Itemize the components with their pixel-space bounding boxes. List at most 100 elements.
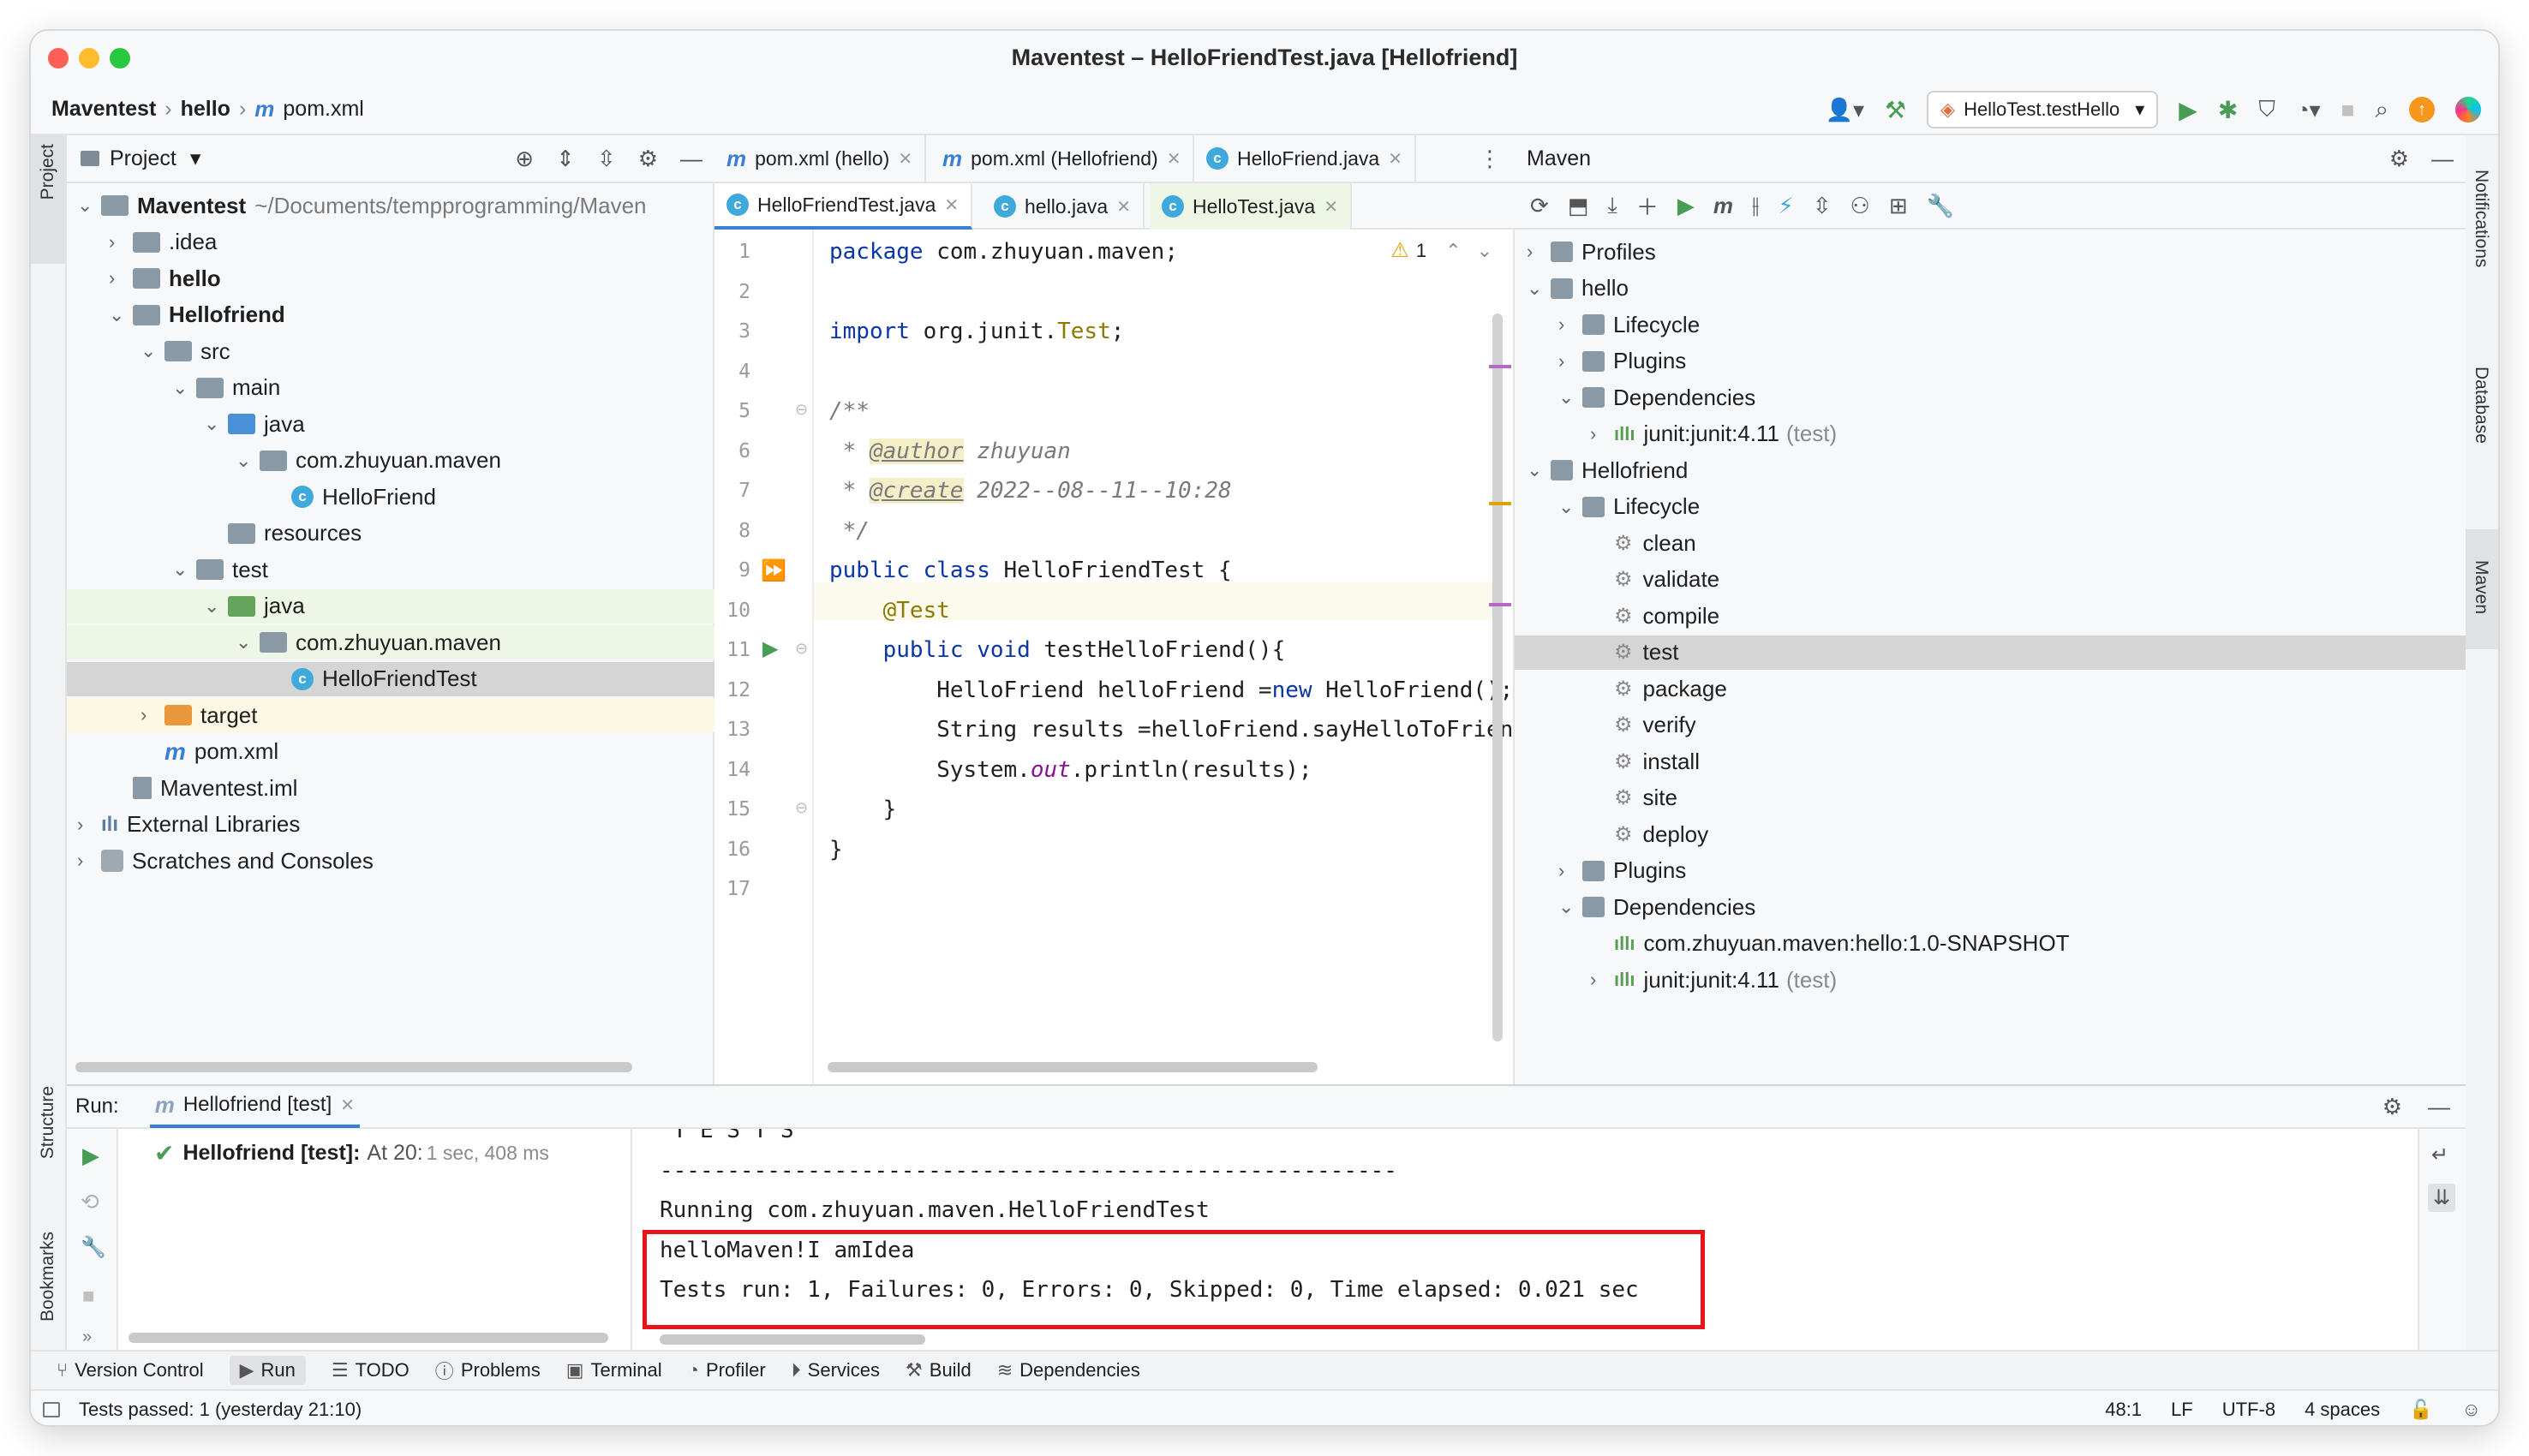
project-tree-row[interactable]: › Scratches and Consoles xyxy=(67,844,714,878)
project-tree-row[interactable]: ⌄ com.zhuyuan.maven xyxy=(67,625,714,659)
chevron-right-icon[interactable]: › xyxy=(77,814,101,836)
maven-tree-row[interactable]: › Profiles xyxy=(1515,235,2466,269)
build-hammer-icon[interactable]: ⚒ xyxy=(1885,96,1906,124)
user-icon[interactable]: 👤▾ xyxy=(1826,97,1864,123)
chevron-down-icon[interactable]: ⌄ xyxy=(77,194,101,217)
maven-tree-row[interactable]: › Plugins xyxy=(1515,854,2466,888)
structure-tool-button[interactable]: Structure xyxy=(31,1086,65,1214)
maven-tree-row[interactable]: › Plugins xyxy=(1515,344,2466,379)
maven-tree-row[interactable]: › ıllı junit:junit:4.11 (test) xyxy=(1515,417,2466,451)
close-icon[interactable]: ✕ xyxy=(1167,148,1181,170)
project-tree-row[interactable]: › target xyxy=(67,698,714,732)
fold-icon[interactable]: ⊖ xyxy=(795,401,808,419)
project-tree-row[interactable]: ⌄ Hellofriend xyxy=(67,298,714,332)
maven-goal-deploy[interactable]: ⚙ deploy xyxy=(1515,817,2466,851)
chevron-down-icon[interactable]: ⌄ xyxy=(236,450,260,472)
maven-goal-compile[interactable]: ⚙ compile xyxy=(1515,599,2466,633)
breadcrumb-project[interactable]: Maventest xyxy=(51,97,156,122)
run-result-row[interactable]: ✔ Hellofriend [test]: At 20: 1 sec, 408 … xyxy=(154,1136,549,1170)
close-icon[interactable]: ✕ xyxy=(944,194,959,216)
chevron-right-icon[interactable]: › xyxy=(77,850,101,872)
chevron-down-icon[interactable]: ⌄ xyxy=(204,595,228,618)
maven-tree-row[interactable]: ıllı com.zhuyuan.maven:hello:1.0-SNAPSHOT xyxy=(1515,927,2466,961)
chevron-right-icon[interactable]: › xyxy=(140,704,164,726)
debug-icon[interactable]: ✱ xyxy=(2218,96,2238,124)
collapse-all-icon[interactable]: ⇳ xyxy=(597,146,616,172)
maven-goal-validate[interactable]: ⚙ validate xyxy=(1515,563,2466,597)
chevron-down-icon[interactable]: ⌄ xyxy=(204,413,228,435)
code-area[interactable]: 1 package com.zhuyuan.maven; 2 3 import org.… xyxy=(714,230,1515,1084)
close-icon[interactable]: ✕ xyxy=(340,1095,355,1116)
hide-icon[interactable]: — xyxy=(2428,1094,2450,1120)
maven-tree-row[interactable]: ⌄ Dependencies xyxy=(1515,890,2466,924)
chevron-right-icon[interactable]: › xyxy=(1590,969,1614,991)
soft-wrap-icon[interactable]: ↵ xyxy=(2431,1143,2448,1167)
maven-goal-package[interactable]: ⚙ package xyxy=(1515,671,2466,706)
maven-goal-clean[interactable]: ⚙ clean xyxy=(1515,526,2466,560)
project-tree-row[interactable]: ⌄ java xyxy=(67,588,714,624)
project-tool-button[interactable]: Project xyxy=(31,135,65,264)
project-tree-row[interactable]: Maventest.iml xyxy=(67,771,714,805)
gear-icon[interactable]: ⚙ xyxy=(2383,1094,2402,1120)
maven-tree-row[interactable]: ⌄ Dependencies xyxy=(1515,380,2466,415)
rerun-icon[interactable]: ▶ xyxy=(82,1143,99,1169)
maven-tool-button[interactable]: Maven xyxy=(2464,529,2498,649)
toggle-offline-icon[interactable]: ⫲ xyxy=(1752,192,1759,219)
search-icon[interactable]: ⌕ xyxy=(2375,96,2388,124)
maven-goal-verify[interactable]: ⚙ verify xyxy=(1515,708,2466,743)
chevron-right-icon[interactable]: › xyxy=(1527,241,1551,263)
update-icon[interactable]: ↑ xyxy=(2409,97,2435,122)
skip-tests-icon[interactable]: ⚡ xyxy=(1778,193,1793,219)
inspection-widget[interactable]: ⚠ 1 ⌃ ⌄ xyxy=(1390,238,1492,263)
add-icon[interactable]: ＋ xyxy=(1636,190,1659,222)
close-icon[interactable]: ✕ xyxy=(1324,196,1338,218)
add-source-icon[interactable]: ⬒ xyxy=(1568,193,1589,219)
maven-tree-row[interactable]: › ıllı junit:junit:4.11 (test) xyxy=(1515,963,2466,997)
chevron-down-icon[interactable]: ⌄ xyxy=(236,631,260,653)
chevron-down-icon[interactable]: ⌄ xyxy=(1558,496,1582,518)
close-icon[interactable]: ✕ xyxy=(1388,148,1402,170)
breadcrumb-file[interactable]: pom.xml xyxy=(283,97,363,122)
chevron-right-icon[interactable]: › xyxy=(1558,350,1582,373)
run-config-selector[interactable]: ◈ HelloTest.testHello ▾ xyxy=(1927,91,2159,128)
chevron-down-icon[interactable]: ⌄ xyxy=(1558,896,1582,918)
console-horizontal-scrollbar[interactable] xyxy=(660,1334,925,1345)
chevron-down-icon[interactable]: ⌄ xyxy=(1477,240,1492,262)
wrench-icon[interactable]: 🔧 xyxy=(1927,193,1954,219)
collapse-all-icon[interactable]: ⇳ xyxy=(1813,193,1832,219)
fold-icon[interactable]: ⊖ xyxy=(795,799,808,817)
lock-icon[interactable]: 🔓 xyxy=(2409,1399,2432,1421)
project-tree-row[interactable]: m pom.xml xyxy=(67,735,714,769)
caret-position[interactable]: 48:1 xyxy=(2105,1399,2142,1421)
more-icon[interactable]: » xyxy=(82,1328,92,1347)
services-tool-button[interactable]: ⏵ Services xyxy=(792,1359,880,1381)
show-dependencies-icon[interactable]: ⚇ xyxy=(1850,193,1870,219)
scroll-to-end-icon[interactable]: ⇊ xyxy=(2428,1184,2456,1212)
project-tree-row[interactable]: resources xyxy=(67,516,714,551)
inspection-profile-icon[interactable]: ☺ xyxy=(2462,1399,2481,1421)
project-tree-row[interactable]: c HelloFriendTest xyxy=(67,661,714,696)
project-tree-row[interactable]: ⌄ test xyxy=(67,552,714,587)
run-icon[interactable]: ▶ xyxy=(2179,96,2197,124)
terminal-tool-button[interactable]: ▣ Terminal xyxy=(566,1359,662,1381)
status-message[interactable]: Tests passed: 1 (yesterday 21:10) xyxy=(79,1399,362,1421)
maven-goal-site[interactable]: ⚙ site xyxy=(1515,781,2466,815)
status-toggle-icon[interactable] xyxy=(43,1402,60,1417)
chevron-right-icon[interactable]: › xyxy=(1590,423,1614,445)
maven-tree-row[interactable]: ⌄ Hellofriend xyxy=(1515,453,2466,487)
hide-icon[interactable]: — xyxy=(2431,146,2454,172)
tab-hellofriend-java[interactable]: c HelloFriend.java ✕ xyxy=(1194,135,1416,182)
project-tree-row[interactable]: ⌄ java xyxy=(67,407,714,441)
close-icon[interactable]: ✕ xyxy=(898,148,912,170)
chevron-right-icon[interactable]: › xyxy=(1558,313,1582,336)
run-class-icon[interactable]: ⏩ xyxy=(761,558,786,583)
chevron-up-icon[interactable]: ⌃ xyxy=(1445,240,1461,262)
maven-goal-icon[interactable]: m xyxy=(1713,193,1733,219)
indent-setting[interactable]: 4 spaces xyxy=(2305,1399,2380,1421)
minimize-window-button[interactable] xyxy=(79,48,99,69)
tab-hellofriendtest-java[interactable]: c HelloFriendTest.java ✕ xyxy=(714,183,973,230)
project-tree-row[interactable]: › .idea xyxy=(67,225,714,260)
locate-icon[interactable]: ⊕ xyxy=(515,146,534,172)
chevron-right-icon[interactable]: › xyxy=(109,231,133,254)
hide-icon[interactable]: — xyxy=(680,146,702,172)
